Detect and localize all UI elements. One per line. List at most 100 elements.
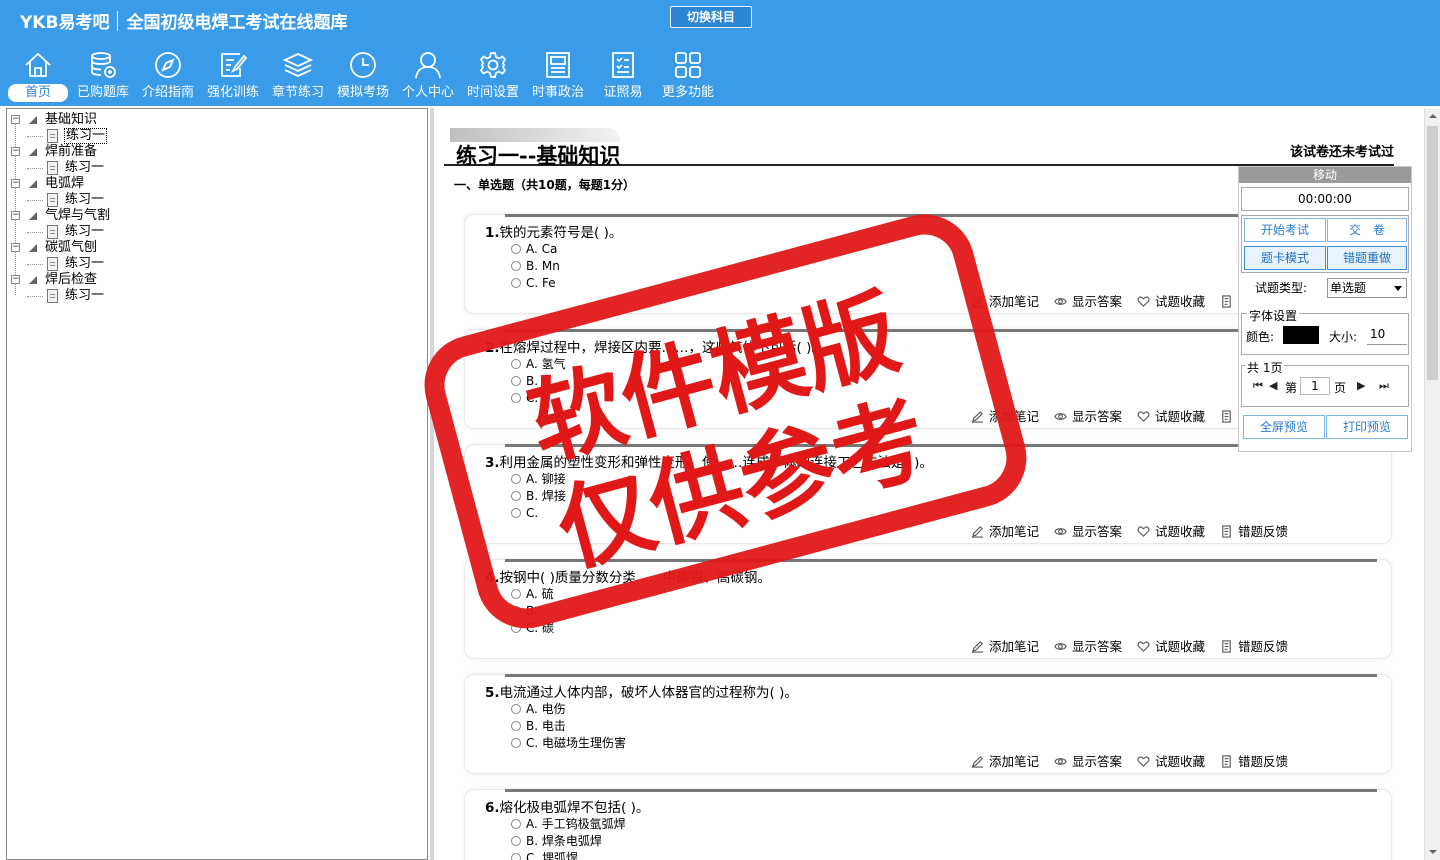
add-note-button[interactable]: 添加笔记 — [971, 291, 1039, 310]
nav-personal-center[interactable]: 个人中心 — [398, 46, 458, 104]
radio-button[interactable] — [511, 589, 521, 599]
favorite-button[interactable]: 试题收藏 — [1137, 636, 1205, 655]
option-b[interactable]: B. — [511, 603, 538, 619]
collapse-icon[interactable]: − — [11, 275, 20, 284]
question-card: 4.按钢中( )质量分数分类……中碳钢、高碳钢。 A. 硫 B. C. 碳 添加… — [464, 559, 1392, 659]
option-c[interactable]: C. — [511, 505, 538, 521]
radio-button[interactable] — [511, 819, 521, 829]
nav-intro-guide[interactable]: 介绍指南 — [138, 46, 198, 104]
radio-button[interactable] — [511, 359, 521, 369]
vertical-scrollbar[interactable] — [1424, 108, 1440, 860]
option-a[interactable]: A. 铆接 — [511, 471, 566, 487]
nav-mock-exam[interactable]: 模拟考场 — [333, 46, 393, 104]
add-note-button[interactable]: 添加笔记 — [971, 636, 1039, 655]
collapse-icon[interactable]: − — [11, 115, 20, 124]
nav-home[interactable]: 首页 — [8, 46, 68, 104]
option-c[interactable]: C. 电磁场生理伤害 — [511, 735, 626, 751]
show-answer-button[interactable]: 显示答案 — [1054, 751, 1122, 770]
favorite-button[interactable]: 试题收藏 — [1137, 291, 1205, 310]
nav-certificate[interactable]: 证照易 — [593, 46, 653, 104]
favorite-button[interactable]: 试题收藏 — [1137, 406, 1205, 425]
radio-button[interactable] — [511, 508, 521, 518]
card-mode-button[interactable]: 题卡模式 — [1244, 246, 1326, 270]
add-note-button[interactable]: 添加笔记 — [971, 751, 1039, 770]
option-a[interactable]: A. 氢气 — [511, 356, 566, 372]
radio-button[interactable] — [511, 261, 521, 271]
option-c[interactable]: C. Fe — [511, 275, 556, 291]
prev-page-icon[interactable]: ◀ — [1269, 379, 1277, 392]
first-page-icon[interactable]: ⏮ — [1253, 379, 1263, 393]
collapse-icon[interactable]: − — [11, 179, 20, 188]
print-preview-button[interactable]: 打印预览 — [1326, 415, 1408, 439]
radio-button[interactable] — [511, 376, 521, 386]
option-b[interactable]: B. 电击 — [511, 718, 566, 734]
favorite-button[interactable]: 试题收藏 — [1137, 521, 1205, 540]
favorite-button[interactable]: 试题收藏 — [1137, 751, 1205, 770]
option-a[interactable]: A. 硫 — [511, 586, 554, 602]
show-answer-button[interactable]: 显示答案 — [1054, 291, 1122, 310]
option-a[interactable]: A. 电伤 — [511, 701, 566, 717]
radio-button[interactable] — [511, 836, 521, 846]
nav-label: 已购题库 — [76, 85, 129, 100]
question-stem: 6.熔化极电弧焊不包括( )。 — [485, 800, 650, 816]
next-page-icon[interactable]: ▶ — [1357, 379, 1365, 392]
radio-button[interactable] — [511, 474, 521, 484]
show-answer-button[interactable]: 显示答案 — [1054, 521, 1122, 540]
compass-icon — [155, 52, 181, 78]
feedback-button[interactable]: 错题反馈 — [1220, 636, 1288, 655]
collapse-icon[interactable]: − — [11, 147, 20, 156]
radio-button[interactable] — [511, 606, 521, 616]
radio-button[interactable] — [511, 491, 521, 501]
color-swatch[interactable] — [1283, 326, 1319, 344]
option-c[interactable]: C. 碳 — [511, 620, 554, 636]
nav-chapter-practice[interactable]: 章节练习 — [268, 46, 328, 104]
nav-label: 更多功能 — [661, 85, 714, 100]
nav-label: 证照易 — [603, 85, 643, 100]
feedback-button[interactable]: 错题反馈 — [1220, 751, 1288, 770]
option-b[interactable]: B. — [511, 373, 538, 389]
nav-label: 时事政治 — [531, 85, 584, 100]
page-number-input[interactable]: 1 — [1300, 377, 1330, 395]
add-note-button[interactable]: 添加笔记 — [971, 406, 1039, 425]
nav-current-affairs[interactable]: 时事政治 — [528, 46, 588, 104]
option-a[interactable]: A. 手工钨极氩弧焊 — [511, 816, 626, 832]
start-exam-button[interactable]: 开始考试 — [1244, 218, 1326, 242]
add-note-button[interactable]: 添加笔记 — [971, 521, 1039, 540]
option-b[interactable]: B. 焊条电弧焊 — [511, 833, 602, 849]
color-label: 颜色: — [1246, 330, 1275, 344]
radio-button[interactable] — [511, 704, 521, 714]
option-b[interactable]: B. Mn — [511, 258, 560, 274]
nav-intensive-training[interactable]: 强化训练 — [203, 46, 263, 104]
radio-button[interactable] — [511, 278, 521, 288]
fullscreen-preview-button[interactable]: 全屏预览 — [1243, 415, 1325, 439]
question-stem: 2.在熔焊过程中，焊接区内要……，这些气体不包括( )。 — [485, 340, 825, 356]
collapse-icon[interactable]: − — [11, 211, 20, 220]
nav-more-features[interactable]: 更多功能 — [658, 46, 718, 104]
option-c[interactable]: C. — [511, 390, 538, 406]
move-handle[interactable]: 移动 — [1239, 167, 1411, 183]
option-b[interactable]: B. 焊接 — [511, 488, 566, 504]
submit-button[interactable]: 交 卷 — [1327, 218, 1407, 242]
radio-button[interactable] — [511, 393, 521, 403]
feedback-button[interactable]: 错题反馈 — [1220, 521, 1288, 540]
scroll-thumb[interactable] — [1427, 126, 1438, 380]
switch-subject-button[interactable]: 切换科目 — [670, 6, 752, 28]
radio-button[interactable] — [511, 853, 521, 860]
radio-button[interactable] — [511, 721, 521, 731]
font-size-input[interactable]: 10 — [1367, 327, 1407, 345]
option-a[interactable]: A. Ca — [511, 241, 557, 257]
last-page-icon[interactable]: ⏭ — [1379, 379, 1389, 393]
radio-button[interactable] — [511, 623, 521, 633]
show-answer-button[interactable]: 显示答案 — [1054, 406, 1122, 425]
option-c[interactable]: C. 埋弧焊 — [511, 850, 578, 860]
collapse-icon[interactable]: − — [11, 243, 20, 252]
nav-time-settings[interactable]: 时间设置 — [463, 46, 523, 104]
show-answer-button[interactable]: 显示答案 — [1054, 636, 1122, 655]
scroll-down-icon[interactable] — [1425, 844, 1440, 860]
radio-button[interactable] — [511, 738, 521, 748]
scroll-up-icon[interactable] — [1425, 108, 1440, 124]
redo-wrong-button[interactable]: 错题重做 — [1327, 246, 1407, 270]
nav-purchased-banks[interactable]: 已购题库 — [73, 46, 133, 104]
radio-button[interactable] — [511, 244, 521, 254]
question-type-select[interactable]: 单选题 — [1327, 278, 1407, 298]
